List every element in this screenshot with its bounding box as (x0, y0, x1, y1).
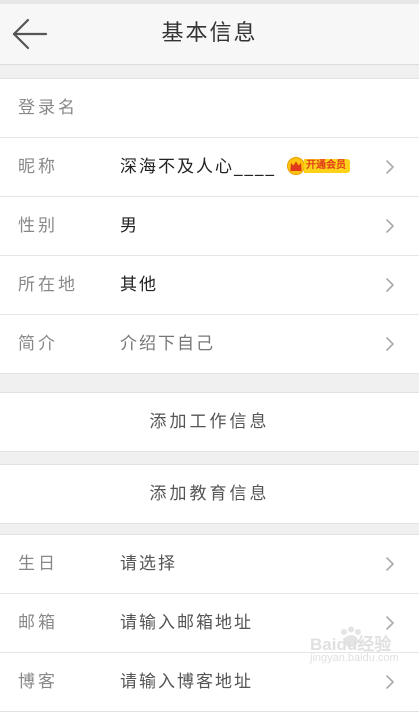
arrow-left-icon (12, 18, 48, 50)
back-button[interactable] (8, 14, 52, 54)
profile-group: 登录名 昵称 深海不及人心____ 开通会员 性别 男 所在地 其他 简介 介绍… (0, 78, 419, 374)
page-title: 基本信息 (161, 21, 258, 46)
row-gender[interactable]: 性别 男 (0, 197, 419, 256)
chevron-right-icon (386, 557, 394, 571)
birthday-value: 请选择 (120, 554, 177, 574)
extra-info-group: 生日 请选择 邮箱 请输入邮箱地址 博客 请输入博客地址 (0, 534, 419, 712)
gender-value: 男 (120, 216, 139, 236)
vip-badge-label: 开通会员 (304, 159, 350, 173)
row-label: 博客 (18, 672, 58, 692)
add-education-group: 添加教育信息 (0, 464, 419, 524)
row-bio[interactable]: 简介 介绍下自己 (0, 315, 419, 373)
blog-value: 请输入博客地址 (120, 672, 253, 692)
add-education-info-button[interactable]: 添加教育信息 (0, 465, 419, 523)
row-nickname[interactable]: 昵称 深海不及人心____ 开通会员 (0, 138, 419, 197)
row-label: 生日 (18, 554, 58, 574)
crown-icon (287, 157, 305, 175)
row-login-name[interactable]: 登录名 (0, 79, 419, 138)
email-value: 请输入邮箱地址 (120, 613, 253, 633)
row-birthday[interactable]: 生日 请选择 (0, 535, 419, 594)
row-location[interactable]: 所在地 其他 (0, 256, 419, 315)
row-label: 邮箱 (18, 613, 58, 633)
location-value: 其他 (120, 275, 158, 295)
vip-badge[interactable]: 开通会员 (286, 157, 350, 175)
chevron-right-icon (386, 675, 394, 689)
row-label: 登录名 (18, 98, 78, 118)
chevron-right-icon (386, 278, 394, 292)
chevron-right-icon (386, 160, 394, 174)
chevron-right-icon (386, 219, 394, 233)
nav-header: 基本信息 (0, 4, 419, 65)
bio-value: 介绍下自己 (120, 334, 215, 354)
row-label: 简介 (18, 334, 58, 354)
row-blog[interactable]: 博客 请输入博客地址 (0, 653, 419, 711)
row-label: 性别 (18, 216, 58, 236)
chevron-right-icon (386, 616, 394, 630)
row-label: 昵称 (18, 157, 58, 177)
chevron-right-icon (386, 337, 394, 351)
add-work-info-button[interactable]: 添加工作信息 (0, 393, 419, 451)
row-label: 所在地 (18, 275, 78, 295)
add-work-group: 添加工作信息 (0, 392, 419, 452)
nickname-value: 深海不及人心____ (120, 157, 276, 177)
row-email[interactable]: 邮箱 请输入邮箱地址 (0, 594, 419, 653)
